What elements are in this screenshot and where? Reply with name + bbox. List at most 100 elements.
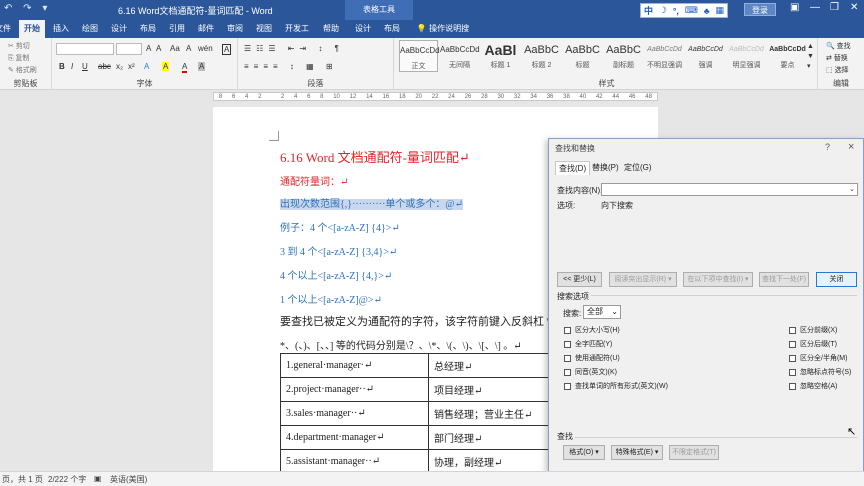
cut-button[interactable]: ✂ 剪切 bbox=[8, 41, 30, 51]
match-width-checkbox[interactable]: 区分全/半角(M) bbox=[789, 353, 847, 363]
minimize-icon[interactable]: — bbox=[810, 2, 820, 13]
style-subtitle[interactable]: AaBbC 副标题 bbox=[604, 40, 643, 72]
ribbon-display-icon[interactable]: ▣ bbox=[790, 2, 799, 13]
tab-table-layout[interactable]: 布局 bbox=[379, 20, 405, 38]
ime-toolbar[interactable]: 中 ☽ °, ⌨ ♣ ▦ bbox=[640, 3, 728, 18]
change-case-icon[interactable]: Aa bbox=[170, 44, 180, 53]
ignore-punct-checkbox[interactable]: 忽略标点符号(S) bbox=[789, 367, 851, 377]
dialog-close-icon[interactable]: × bbox=[848, 141, 854, 153]
style-no-spacing[interactable]: AaBbCcDd 无间隔 bbox=[440, 40, 480, 72]
ignore-space-checkbox[interactable]: 忽略空格(A) bbox=[789, 381, 837, 391]
word-table[interactable]: 1.general·manager·↵ 总经理↵ 2.project·manage… bbox=[280, 353, 569, 471]
strikethrough-button[interactable]: abc bbox=[98, 62, 111, 71]
tab-references[interactable]: 引用 bbox=[164, 20, 190, 38]
find-button[interactable]: 🔍 查找 bbox=[826, 41, 851, 51]
tab-table-design[interactable]: 设计 bbox=[350, 20, 376, 38]
proofing-icon[interactable]: ▣ bbox=[94, 474, 102, 483]
tab-mailings[interactable]: 邮件 bbox=[193, 20, 219, 38]
italic-button[interactable]: I bbox=[71, 62, 73, 71]
list-buttons-icon[interactable]: ☰☷☰ ⇤⇥ ↕ ¶ bbox=[244, 44, 344, 53]
help-icon[interactable]: ? bbox=[825, 142, 830, 152]
quick-access-toolbar[interactable]: ↶ ↷ ▾ bbox=[4, 3, 51, 14]
ime-skin-icon[interactable]: ♣ bbox=[704, 6, 710, 16]
chevron-down-icon[interactable]: ⌄ bbox=[849, 185, 855, 193]
tab-draw[interactable]: 绘图 bbox=[77, 20, 103, 38]
ime-grid-icon[interactable]: ▦ bbox=[716, 5, 725, 16]
font-color-icon[interactable]: A bbox=[182, 62, 188, 73]
sounds-like-checkbox[interactable]: 同音(英文)(K) bbox=[564, 367, 617, 377]
word-count[interactable]: 2/222 个字 bbox=[48, 474, 86, 485]
style-heading-1[interactable]: AaBl 标题 1 bbox=[481, 40, 520, 72]
use-wildcards-checkbox[interactable]: 使用通配符(U) bbox=[564, 353, 620, 363]
find-in-button[interactable]: 在以下项中查找(I) ▾ bbox=[683, 272, 753, 287]
tab-find[interactable]: 查找(D) bbox=[555, 161, 591, 175]
maximize-icon[interactable]: ❐ bbox=[830, 2, 839, 13]
tab-goto[interactable]: 定位(G) bbox=[621, 161, 655, 175]
bold-button[interactable]: B bbox=[59, 62, 65, 71]
tab-home[interactable]: 开始 bbox=[19, 20, 45, 38]
style-subtle-emphasis[interactable]: AaBbCcDd 不明显强调 bbox=[645, 40, 684, 72]
ime-punct-icon[interactable]: °, bbox=[673, 6, 679, 16]
underline-button[interactable]: U bbox=[82, 62, 88, 71]
style-strong[interactable]: AaBbCcDd 要点 bbox=[768, 40, 807, 72]
style-intense-emphasis[interactable]: AaBbCcDd 明显强调 bbox=[727, 40, 766, 72]
ime-chinese-icon[interactable]: 中 bbox=[644, 4, 653, 17]
font-name-combo[interactable] bbox=[56, 43, 114, 55]
match-case-checkbox[interactable]: 区分大小写(H) bbox=[564, 325, 620, 335]
no-formatting-button[interactable]: 不限定格式(T) bbox=[669, 445, 719, 460]
find-next-button[interactable]: 查找下一处(F) bbox=[759, 272, 809, 287]
close-icon[interactable]: ✕ bbox=[850, 2, 858, 13]
char-border-icon[interactable]: A bbox=[222, 44, 232, 55]
ime-moon-icon[interactable]: ☽ bbox=[659, 5, 667, 16]
close-button[interactable]: 关闭 bbox=[816, 272, 857, 287]
all-word-forms-checkbox[interactable]: 查找单词的所有形式(英文)(W) bbox=[564, 381, 668, 391]
text-effects-icon[interactable]: A bbox=[144, 62, 149, 71]
subscript-button[interactable]: x₂ bbox=[116, 62, 123, 71]
login-button[interactable]: 登录 bbox=[744, 3, 776, 16]
style-normal[interactable]: AaBbCcDd 正文 bbox=[399, 40, 440, 72]
tab-layout[interactable]: 布局 bbox=[135, 20, 161, 38]
grow-font-icon[interactable]: A bbox=[146, 44, 151, 53]
tab-developer[interactable]: 开发工具 bbox=[280, 20, 314, 51]
table-cell[interactable]: 1.general·manager·↵ bbox=[280, 353, 429, 378]
search-direction-select[interactable]: 全部 ⌄ bbox=[583, 305, 621, 319]
replace-button[interactable]: ⇄ 替换 bbox=[826, 53, 848, 63]
horizontal-ruler[interactable]: 8 6 4 2 2 4 6 8 10 12 14 16 18 20 22 24 26 28 30 32 34 36 38 40… bbox=[0, 90, 864, 103]
style-emphasis[interactable]: AaBbCcDd 强调 bbox=[686, 40, 725, 72]
highlight-color-icon[interactable]: A bbox=[162, 62, 170, 71]
ime-keyboard-icon[interactable]: ⌨ bbox=[685, 5, 698, 16]
table-cell[interactable]: 3.sales·manager··↵ bbox=[280, 401, 429, 426]
font-size-combo[interactable] bbox=[116, 43, 142, 55]
reading-highlight-button[interactable]: 阅读突出显示(R) ▾ bbox=[609, 272, 677, 287]
char-shading-icon[interactable]: A bbox=[198, 62, 206, 71]
tab-view[interactable]: 视图 bbox=[251, 20, 277, 38]
superscript-button[interactable]: x² bbox=[128, 62, 135, 71]
select-button[interactable]: ⬚ 选择 bbox=[826, 65, 849, 75]
shrink-font-icon[interactable]: A bbox=[156, 44, 161, 53]
tab-help[interactable]: 帮助 bbox=[318, 20, 344, 38]
match-suffix-checkbox[interactable]: 区分后缀(T) bbox=[789, 339, 837, 349]
tab-replace[interactable]: 替换(P) bbox=[589, 161, 622, 175]
match-prefix-checkbox[interactable]: 区分前缀(X) bbox=[789, 325, 837, 335]
language-indicator[interactable]: 英语(美国) bbox=[110, 474, 147, 485]
styles-scroll-icon[interactable]: ▲ ▼ ▾ bbox=[807, 42, 814, 72]
tab-file[interactable]: 文件 bbox=[0, 20, 14, 38]
page-count[interactable]: 页，共 1 页 bbox=[2, 474, 43, 485]
special-button[interactable]: 特殊格式(E) ▾ bbox=[611, 445, 663, 460]
copy-button[interactable]: ⎘ 复制 bbox=[8, 53, 30, 63]
table-cell[interactable]: 5.assistant·manager··↵ bbox=[280, 449, 429, 471]
align-buttons-icon[interactable]: ≡≡≡≡ ↕ ▦ ⊞ bbox=[244, 62, 338, 71]
find-what-input[interactable]: ⌄ bbox=[601, 183, 858, 196]
tell-me-search[interactable]: 💡 操作说明搜索 bbox=[410, 20, 476, 51]
table-cell[interactable]: 4.department·manager↵ bbox=[280, 425, 429, 450]
format-button[interactable]: 格式(O) ▾ bbox=[563, 445, 605, 460]
clear-format-icon[interactable]: A bbox=[186, 44, 191, 53]
less-button[interactable]: << 更少(L) bbox=[557, 272, 602, 287]
style-title[interactable]: AaBbC 标题 bbox=[563, 40, 602, 72]
tab-design[interactable]: 设计 bbox=[106, 20, 132, 38]
format-painter-button[interactable]: ✎ 格式刷 bbox=[8, 65, 37, 75]
tab-insert[interactable]: 插入 bbox=[48, 20, 74, 38]
whole-word-checkbox[interactable]: 全字匹配(Y) bbox=[564, 339, 612, 349]
style-heading-2[interactable]: AaBbC 标题 2 bbox=[522, 40, 561, 72]
tab-review[interactable]: 审阅 bbox=[222, 20, 248, 38]
